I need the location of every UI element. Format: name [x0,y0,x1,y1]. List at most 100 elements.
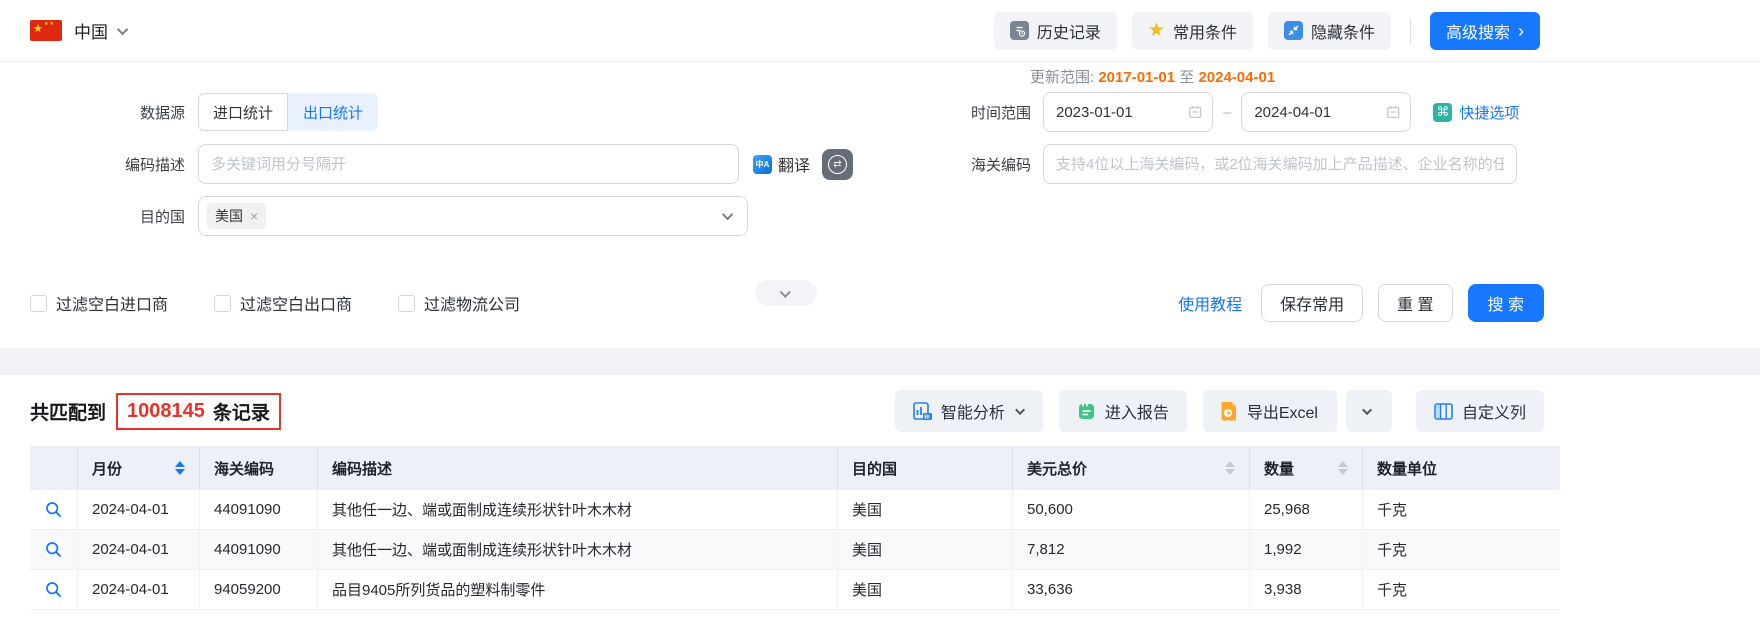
table-body: 2024-04-01 44091090 其他任一边、端或面制成连续形状针叶木木材 美国… [30,490,1560,610]
hide-conditions-button[interactable]: 隐藏条件 [1267,11,1391,50]
date-start-input[interactable] [1056,103,1188,121]
header-label: 海关编码 [214,460,275,478]
command-icon: ⌘ [1433,102,1453,122]
smart-analysis-button[interactable]: BI 智能分析 [894,390,1043,432]
date-start-field[interactable] [1043,92,1213,132]
code-desc-label: 编码描述 [124,156,185,174]
destination-select[interactable]: 美国 × [198,196,748,236]
hs-code-label: 海关编码 [970,156,1031,174]
row-detail-search-button[interactable] [30,570,78,609]
tutorial-link[interactable]: 使用教程 [1178,291,1242,315]
code-desc-field[interactable] [198,144,739,184]
filter-blank-importer[interactable]: 过滤空白进口商 [30,291,168,315]
tab-export-stats[interactable]: 出口统计 [288,93,379,131]
sort-icon[interactable] [175,461,185,475]
checkbox[interactable] [398,294,416,312]
chevron-right-icon: › [1518,20,1524,41]
report-icon [1078,402,1094,419]
export-excel-button[interactable]: 导出Excel [1202,390,1338,432]
search-button[interactable]: 搜 索 [1467,284,1544,322]
form-actions: 使用教程 保存常用 重 置 搜 索 [1178,284,1544,322]
enter-report-button[interactable]: 进入报告 [1058,390,1187,432]
exchange-icon: ⇄ [828,154,847,174]
divider [1409,17,1411,44]
translate-button[interactable]: 中A 翻译 [752,152,810,176]
advanced-search-button[interactable]: 高级搜索 › [1429,11,1540,50]
favorites-label: 常用条件 [1172,24,1237,42]
custom-columns-button[interactable]: 自定义列 [1415,390,1544,432]
options-row: 过滤空白进口商 过滤空白出口商 过滤物流公司 使用教程 保存常用 重 置 搜 索 [30,280,1544,322]
filter-panel: 更新范围: 2017-01-01 至 2024-04-01 数据源 进口统计 出… [0,62,1760,348]
magnifier-icon [46,582,61,597]
header-quantity-unit: 数量单位 [1363,446,1560,490]
export-excel-label: 导出Excel [1246,405,1318,422]
table-cell: 美国 [838,530,1013,569]
filter-logistics[interactable]: 过滤物流公司 [398,291,520,315]
header-month[interactable]: 月份 [78,446,200,490]
header-quantity[interactable]: 数量 [1250,446,1363,490]
table-cell: 25,968 [1250,490,1363,529]
tag-close-icon[interactable]: × [250,208,258,224]
row-detail-search-button[interactable] [30,490,78,529]
date-end-input[interactable] [1254,103,1386,121]
enter-report-label: 进入报告 [1104,405,1169,422]
quick-options-link[interactable]: ⌘ 快捷选项 [1433,102,1519,123]
table-header: 月份 海关编码 编码描述 目的国 美元总价 数量 数量单位 [30,446,1560,490]
checkbox-label: 过滤物流公司 [424,297,521,314]
svg-text:BI: BI [924,414,930,420]
hs-code-field[interactable] [1043,144,1517,184]
date-end-field[interactable] [1241,92,1412,132]
table-row: 2024-04-01 94059200 品目9405所列货品的塑料制零件 美国 33,6… [30,570,1560,610]
checkbox[interactable] [214,294,232,312]
table-cell: 其他任一边、端或面制成连续形状针叶木木材 [318,490,838,529]
date-separator: – [1223,103,1232,121]
header-usd-total[interactable]: 美元总价 [1013,446,1250,490]
history-button[interactable]: 历史记录 [993,11,1117,50]
save-common-button[interactable]: 保存常用 [1261,284,1364,322]
row-detail-search-button[interactable] [30,530,78,569]
magnifier-icon [46,542,61,557]
tab-import-stats[interactable]: 进口统计 [198,93,289,131]
country-selector-label[interactable]: 中国 [74,18,108,43]
table-cell: 美国 [838,570,1013,609]
header-label: 数量单位 [1377,460,1438,478]
calendar-icon [1387,106,1400,119]
reset-button[interactable]: 重 置 [1378,284,1453,322]
code-desc-input[interactable] [211,155,726,173]
update-range-note: 更新范围: 2017-01-01 至 2024-04-01 [1030,66,1275,87]
china-flag-icon: ★ ★★ [30,20,62,41]
history-label: 历史记录 [1036,24,1101,42]
filter-blank-exporter[interactable]: 过滤空白出口商 [214,291,352,315]
results-bar: 共匹配到 1008145 条记录 BI 智能分析 进入报告 导出Excel 自定… [0,375,1760,446]
table-row: 2024-04-01 44091090 其他任一边、端或面制成连续形状针叶木木材 美国… [30,490,1560,530]
table-row: 2024-04-01 44091090 其他任一边、端或面制成连续形状针叶木木材 美国… [30,530,1560,570]
chevron-down-icon [1362,404,1373,415]
update-range-joiner: 至 [1179,69,1195,86]
destination-label: 目的国 [139,208,185,226]
country-chevron-down-icon[interactable] [116,23,129,35]
header-label: 编码描述 [332,460,393,478]
favorites-button[interactable]: ★ 常用条件 [1131,11,1253,50]
table-cell: 2024-04-01 [78,490,200,529]
sort-icon[interactable] [1338,461,1348,475]
export-options-button[interactable] [1345,390,1392,432]
sort-icon[interactable] [1225,461,1235,475]
advanced-search-label: 高级搜索 [1445,24,1510,42]
columns-icon [1434,402,1453,420]
checkbox-label: 过滤空白进口商 [56,297,169,314]
match-count-number: 1008145 [127,399,205,422]
translate-icon: 中A [752,154,772,174]
table-cell: 2024-04-01 [78,570,200,609]
divider [1336,390,1338,432]
destination-tag: 美国 × [207,203,267,229]
collapse-panel-button[interactable] [755,280,817,306]
star-icon: ★ [1147,20,1165,41]
checkbox[interactable] [30,294,47,312]
hs-code-input[interactable] [1056,155,1504,173]
match-count-text: 共匹配到 1008145 条记录 [30,392,281,430]
time-range-label: 时间范围 [970,104,1031,122]
header-label: 美元总价 [1027,460,1088,478]
collapse-icon [1283,21,1303,40]
exchange-button[interactable]: ⇄ [822,148,853,180]
bi-chart-icon: BI [913,401,932,420]
